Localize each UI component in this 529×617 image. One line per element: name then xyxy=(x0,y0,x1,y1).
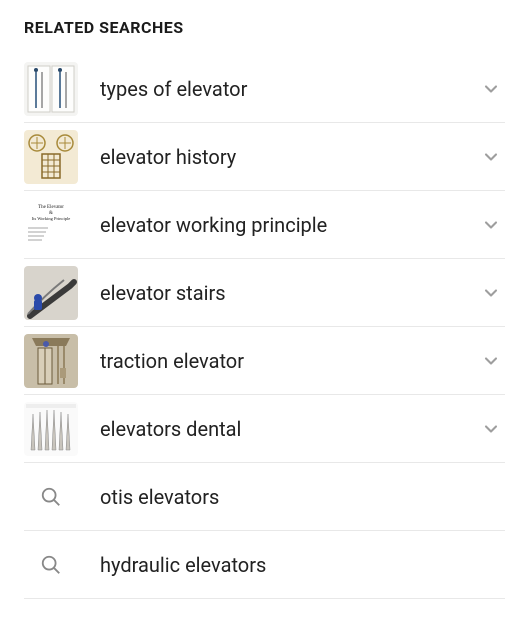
thumbnail-elevators-dental xyxy=(24,402,78,456)
thumbnail-elevator-stairs xyxy=(24,266,78,320)
chevron-down-icon xyxy=(477,415,505,443)
related-search-item[interactable]: traction elevator xyxy=(24,327,505,395)
related-search-item[interactable]: elevator stairs xyxy=(24,259,505,327)
related-search-label: elevator working principle xyxy=(78,213,477,237)
related-search-label: traction elevator xyxy=(78,349,477,373)
related-search-item[interactable]: elevator history xyxy=(24,123,505,191)
related-search-label: hydraulic elevators xyxy=(78,553,505,577)
related-search-item[interactable]: types of elevator xyxy=(24,55,505,123)
related-search-item[interactable]: hydraulic elevators xyxy=(24,531,505,599)
related-search-label: elevator history xyxy=(78,145,477,169)
chevron-down-icon xyxy=(477,279,505,307)
chevron-down-icon xyxy=(477,143,505,171)
related-searches-list: types of elevator elevator h xyxy=(24,55,505,599)
thumbnail-traction-elevator xyxy=(24,334,78,388)
related-search-item[interactable]: elevators dental xyxy=(24,395,505,463)
chevron-down-icon xyxy=(477,211,505,239)
thumbnail-working-principle: The Elevator & Its Working Principle xyxy=(24,198,78,252)
search-icon xyxy=(24,538,78,592)
related-search-label: elevator stairs xyxy=(78,281,477,305)
chevron-down-icon xyxy=(477,347,505,375)
thumbnail-types-of-elevator xyxy=(24,62,78,116)
related-search-item[interactable]: otis elevators xyxy=(24,463,505,531)
related-search-label: types of elevator xyxy=(78,77,477,101)
related-search-label: otis elevators xyxy=(78,485,505,509)
related-search-item[interactable]: The Elevator & Its Working Principle ele… xyxy=(24,191,505,259)
chevron-down-icon xyxy=(477,75,505,103)
svg-text:Its Working Principle: Its Working Principle xyxy=(32,216,71,221)
related-searches-heading: RELATED SEARCHES xyxy=(24,18,505,37)
svg-text:The Elevator: The Elevator xyxy=(38,205,64,210)
related-search-label: elevators dental xyxy=(78,417,477,441)
thumbnail-elevator-history xyxy=(24,130,78,184)
search-icon xyxy=(24,470,78,524)
